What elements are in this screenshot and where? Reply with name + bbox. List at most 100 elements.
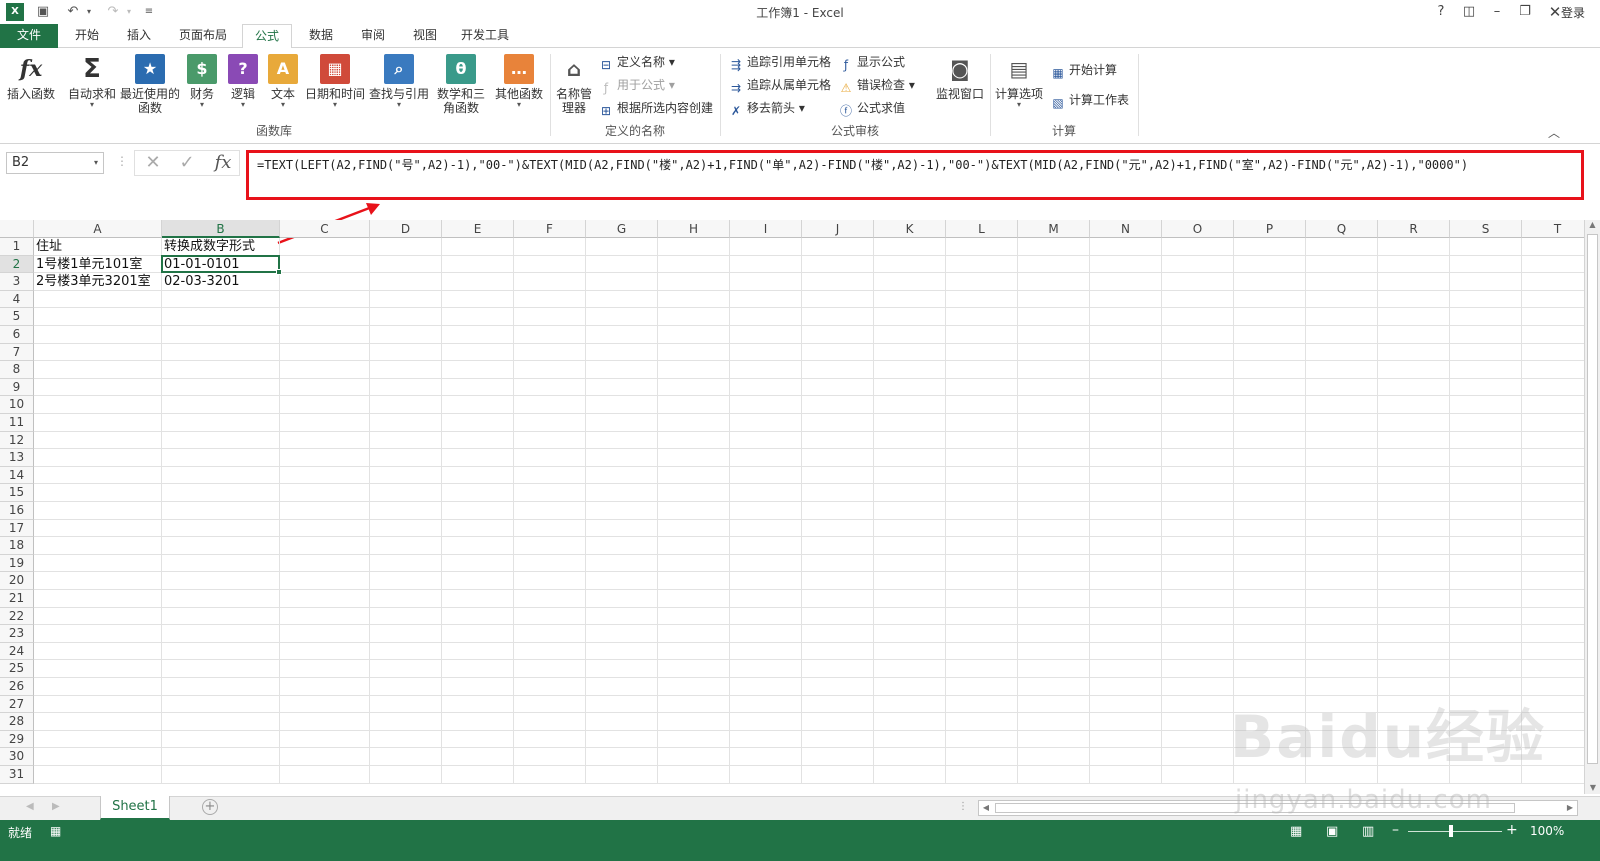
cell-g14[interactable]: [586, 466, 658, 485]
cell-n13[interactable]: [1090, 449, 1162, 467]
cell-r2[interactable]: [1378, 255, 1450, 274]
cell-c29[interactable]: [280, 730, 370, 749]
cell-k3[interactable]: [874, 273, 946, 291]
cell-i8[interactable]: [730, 361, 802, 379]
cell-q2[interactable]: [1306, 255, 1378, 274]
cell-q16[interactable]: [1306, 502, 1378, 520]
cell-s14[interactable]: [1450, 466, 1522, 485]
tab-formulas[interactable]: 公式: [242, 24, 292, 49]
cell-o16[interactable]: [1162, 502, 1234, 520]
cell-e23[interactable]: [442, 625, 514, 643]
cell-b22[interactable]: [162, 607, 280, 626]
cell-r5[interactable]: [1378, 308, 1450, 326]
cell-q22[interactable]: [1306, 607, 1378, 626]
cell-e12[interactable]: [442, 431, 514, 450]
cell-i4[interactable]: [730, 290, 802, 309]
cell-i12[interactable]: [730, 431, 802, 450]
cell-d7[interactable]: [370, 343, 442, 362]
cell-d5[interactable]: [370, 308, 442, 326]
cell-g30[interactable]: [586, 748, 658, 766]
cell-c8[interactable]: [280, 361, 370, 379]
cell-i13[interactable]: [730, 449, 802, 467]
cell-h4[interactable]: [658, 290, 730, 309]
cell-a13[interactable]: [34, 449, 162, 467]
cell-k29[interactable]: [874, 730, 946, 749]
cell-c16[interactable]: [280, 502, 370, 520]
cell-m31[interactable]: [1018, 766, 1090, 784]
cell-n18[interactable]: [1090, 537, 1162, 555]
cell-d8[interactable]: [370, 361, 442, 379]
cell-d21[interactable]: [370, 590, 442, 608]
cell-d19[interactable]: [370, 554, 442, 573]
cell-d12[interactable]: [370, 431, 442, 450]
column-header-i[interactable]: I: [730, 220, 802, 238]
cell-c3[interactable]: [280, 273, 370, 291]
cell-f27[interactable]: [514, 695, 586, 714]
cell-e3[interactable]: [442, 273, 514, 291]
cell-s10[interactable]: [1450, 396, 1522, 414]
cell-h24[interactable]: [658, 642, 730, 661]
cell-s11[interactable]: [1450, 414, 1522, 432]
cell-m26[interactable]: [1018, 678, 1090, 696]
row-header-22[interactable]: 22: [0, 607, 34, 626]
cell-m14[interactable]: [1018, 466, 1090, 485]
cell-h15[interactable]: [658, 484, 730, 502]
cell-n4[interactable]: [1090, 290, 1162, 309]
cell-f15[interactable]: [514, 484, 586, 502]
cell-j9[interactable]: [802, 378, 874, 397]
tab-review[interactable]: 审阅: [348, 24, 398, 48]
cell-e25[interactable]: [442, 660, 514, 678]
scroll-thumb[interactable]: [1587, 234, 1598, 764]
cell-q10[interactable]: [1306, 396, 1378, 414]
cell-r14[interactable]: [1378, 466, 1450, 485]
cell-d26[interactable]: [370, 678, 442, 696]
cell-o21[interactable]: [1162, 590, 1234, 608]
cell-j21[interactable]: [802, 590, 874, 608]
cell-h18[interactable]: [658, 537, 730, 555]
cell-d4[interactable]: [370, 290, 442, 309]
cell-i28[interactable]: [730, 713, 802, 731]
cell-i6[interactable]: [730, 326, 802, 344]
cell-e11[interactable]: [442, 414, 514, 432]
cell-j26[interactable]: [802, 678, 874, 696]
cell-a7[interactable]: [34, 343, 162, 362]
cell-h2[interactable]: [658, 255, 730, 274]
cell-j10[interactable]: [802, 396, 874, 414]
formula-input[interactable]: =TEXT(LEFT(A2,FIND("号",A2)-1),"00-")&TEX…: [246, 150, 1584, 200]
normal-view-icon[interactable]: ▦: [1290, 824, 1302, 839]
cell-s5[interactable]: [1450, 308, 1522, 326]
cell-n1[interactable]: [1090, 238, 1162, 256]
cell-g10[interactable]: [586, 396, 658, 414]
cell-l7[interactable]: [946, 343, 1018, 362]
cell-m9[interactable]: [1018, 378, 1090, 397]
row-header-30[interactable]: 30: [0, 748, 34, 766]
cell-b14[interactable]: [162, 466, 280, 485]
cell-l25[interactable]: [946, 660, 1018, 678]
more-functions-button[interactable]: … 其他函数 ▾: [492, 54, 546, 109]
row-header-9[interactable]: 9: [0, 378, 34, 397]
cell-f5[interactable]: [514, 308, 586, 326]
cell-i23[interactable]: [730, 625, 802, 643]
cell-q4[interactable]: [1306, 290, 1378, 309]
show-formulas-button[interactable]: ƒ 显示公式: [838, 52, 905, 72]
cell-g23[interactable]: [586, 625, 658, 643]
cell-r15[interactable]: [1378, 484, 1450, 502]
row-header-10[interactable]: 10: [0, 396, 34, 414]
cell-j25[interactable]: [802, 660, 874, 678]
cell-r12[interactable]: [1378, 431, 1450, 450]
cell-h30[interactable]: [658, 748, 730, 766]
cell-g4[interactable]: [586, 290, 658, 309]
tab-page-layout[interactable]: 页面布局: [168, 24, 238, 48]
cell-k4[interactable]: [874, 290, 946, 309]
cell-p12[interactable]: [1234, 431, 1306, 450]
cell-e13[interactable]: [442, 449, 514, 467]
cell-f2[interactable]: [514, 255, 586, 274]
row-header-5[interactable]: 5: [0, 308, 34, 326]
cell-h28[interactable]: [658, 713, 730, 731]
cell-l10[interactable]: [946, 396, 1018, 414]
cell-g25[interactable]: [586, 660, 658, 678]
cell-g8[interactable]: [586, 361, 658, 379]
cell-n24[interactable]: [1090, 642, 1162, 661]
cell-a15[interactable]: [34, 484, 162, 502]
cell-s6[interactable]: [1450, 326, 1522, 344]
